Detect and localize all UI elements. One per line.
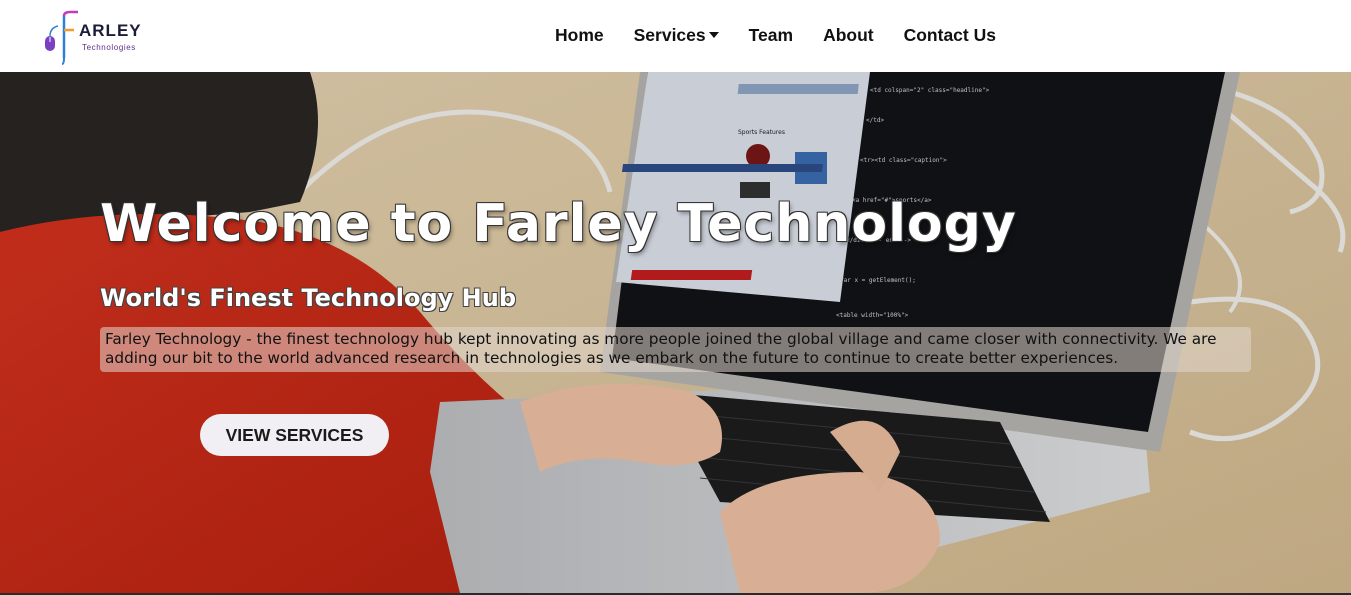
hero-banner: Sports Features <td colspan="2" class="h… — [0, 72, 1351, 593]
hero-subtitle: World's Finest Technology Hub — [100, 284, 517, 312]
brand-logo[interactable]: ARLEY Technologies — [44, 10, 154, 66]
hero-title: Welcome to Farley Technology — [100, 194, 1017, 254]
nav-contact-label: Contact Us — [903, 24, 996, 45]
hero-description: Farley Technology - the finest technolog… — [100, 327, 1251, 372]
nav-about[interactable]: About — [823, 25, 874, 46]
site-header: ARLEY Technologies Home Services Team Ab… — [0, 0, 1351, 72]
main-nav: Home Services Team About Contact Us — [555, 23, 996, 47]
caret-down-icon — [708, 32, 719, 38]
nav-home[interactable]: Home — [555, 25, 604, 46]
brand-name: ARLEY — [79, 21, 142, 40]
nav-about-label: About — [823, 24, 874, 45]
brand-subtitle: Technologies — [82, 43, 136, 52]
view-services-button[interactable]: VIEW SERVICES — [200, 414, 389, 456]
nav-contact-us[interactable]: Contact Us — [904, 25, 996, 46]
nav-home-label: Home — [555, 24, 604, 45]
nav-team-label: Team — [748, 24, 794, 45]
nav-team[interactable]: Team — [749, 25, 793, 46]
nav-services[interactable]: Services — [634, 25, 719, 46]
nav-services-label: Services — [633, 24, 706, 45]
logo-mark-icon — [45, 10, 78, 65]
